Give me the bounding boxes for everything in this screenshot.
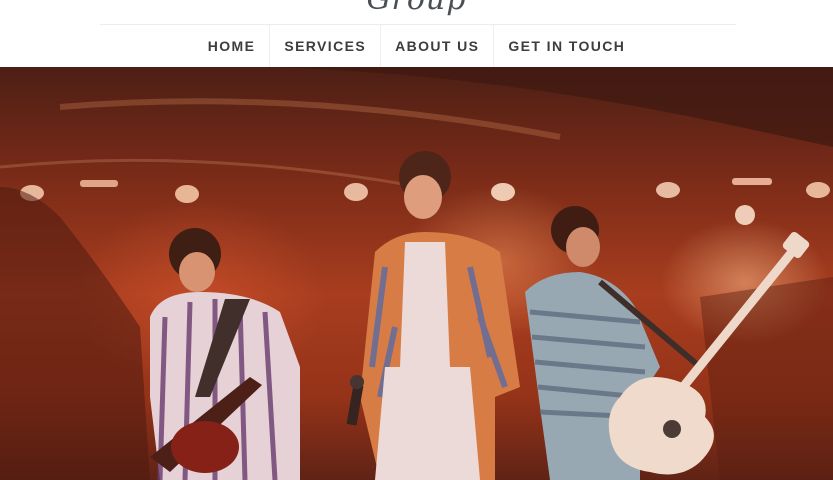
hero-image xyxy=(0,67,833,480)
concert-illustration xyxy=(0,67,833,480)
logo[interactable]: Group xyxy=(0,0,833,25)
nav-home-link[interactable]: HOME xyxy=(194,25,270,67)
logo-text: Group xyxy=(0,0,833,17)
warm-overlay xyxy=(0,67,833,480)
main-nav: HOME SERVICES ABOUT US GET IN TOUCH xyxy=(0,25,833,67)
nav-about-us-link[interactable]: ABOUT US xyxy=(380,25,493,67)
nav-get-in-touch-link[interactable]: GET IN TOUCH xyxy=(493,25,639,67)
nav-services-link[interactable]: SERVICES xyxy=(269,25,380,67)
